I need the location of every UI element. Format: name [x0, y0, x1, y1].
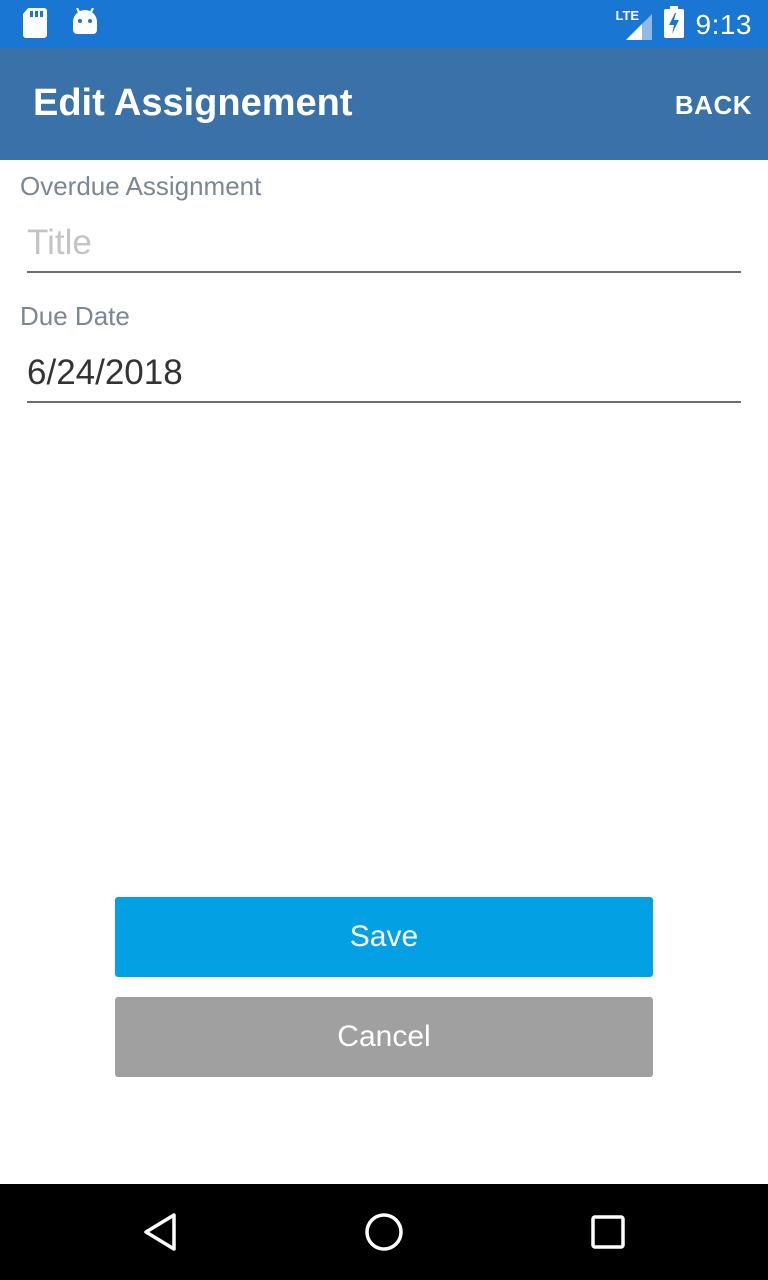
nav-back-button[interactable]	[138, 1212, 182, 1256]
status-time: 9:13	[695, 8, 752, 40]
nav-recents-button[interactable]	[586, 1212, 630, 1256]
android-icon	[72, 7, 98, 43]
recents-square-icon	[589, 1213, 627, 1256]
status-bar: LTE 9:13	[0, 0, 768, 48]
page-title: Edit Assignement	[33, 82, 353, 124]
assignment-section-label: Overdue Assignment	[20, 171, 262, 201]
back-button[interactable]: BACK	[675, 90, 752, 121]
cancel-button-label: Cancel	[337, 1020, 431, 1053]
home-circle-icon	[363, 1211, 405, 1258]
battery-charging-icon	[663, 6, 684, 43]
title-input-placeholder: Title	[27, 223, 92, 262]
due-date-value: 6/24/2018	[27, 353, 183, 392]
due-date-field[interactable]: 6/24/2018	[27, 345, 741, 403]
title-input[interactable]: Title	[27, 215, 741, 273]
save-button-label: Save	[349, 920, 419, 953]
status-right-icons: LTE 9:13	[616, 6, 753, 43]
signal-icon: LTE	[616, 8, 652, 40]
sd-card-icon	[22, 8, 48, 43]
save-button[interactable]: Save	[115, 897, 653, 977]
cancel-button[interactable]: Cancel	[115, 997, 653, 1077]
app-bar: Edit Assignement BACK	[0, 48, 768, 160]
navigation-bar	[0, 1184, 768, 1280]
due-date-label: Due Date	[20, 301, 130, 331]
back-triangle-icon	[142, 1212, 178, 1257]
status-left-icons	[22, 7, 98, 43]
nav-home-button[interactable]	[362, 1212, 406, 1256]
